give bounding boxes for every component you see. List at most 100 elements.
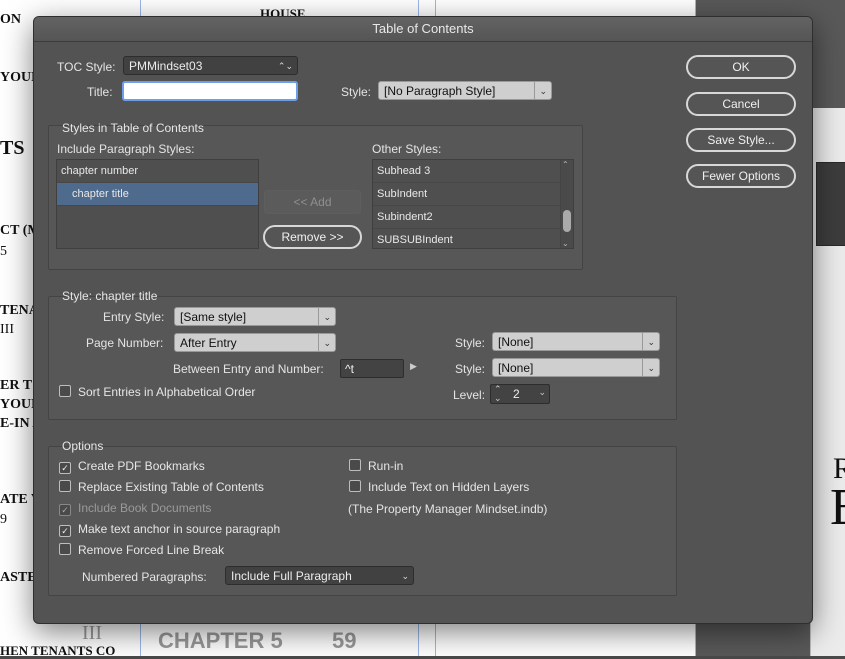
create-pdf-bookmarks-label: Create PDF Bookmarks <box>78 459 205 473</box>
styles-group-title: Styles in Table of Contents <box>62 121 204 135</box>
checkbox-box[interactable] <box>349 459 361 471</box>
entry-style-value: [Same style] <box>180 310 247 324</box>
replace-existing-checkbox[interactable]: Replace Existing Table of Contents <box>59 480 264 494</box>
other-styles-label: Other Styles: <box>372 142 442 156</box>
dropdown-separator <box>642 359 643 376</box>
sort-entries-label: Sort Entries in Alphabetical Order <box>78 385 256 399</box>
entry-style-label: Entry Style: <box>103 310 165 324</box>
run-in-label: Run-in <box>368 459 404 473</box>
between-style-label: Style: <box>455 362 486 376</box>
include-book-documents-label: Include Book Documents <box>78 501 212 515</box>
options-group-title: Options <box>62 439 104 453</box>
page-number-value: After Entry <box>180 336 237 350</box>
list-item[interactable]: SUBSUBIndent <box>373 229 573 248</box>
checkbox-box[interactable] <box>59 543 71 555</box>
list-item[interactable]: Subhead 3 <box>373 160 573 183</box>
include-styles-label: Include Paragraph Styles: <box>57 142 195 156</box>
bg-text: B <box>830 478 845 537</box>
floating-panel <box>816 162 845 246</box>
bg-text: III <box>82 622 102 644</box>
book-name-label: (The Property Manager Mindset.indb) <box>348 502 548 516</box>
list-item-selected[interactable]: chapter title <box>57 183 258 206</box>
chevron-down-icon: ⌄ <box>323 312 331 322</box>
chevron-down-icon: ⌄ <box>539 86 547 96</box>
replace-existing-label: Replace Existing Table of Contents <box>78 480 264 494</box>
include-hidden-layers-label: Include Text on Hidden Layers <box>368 480 530 494</box>
toc-style-value: PMMindset03 <box>129 59 203 73</box>
chevron-down-icon: ⌄ <box>647 337 655 347</box>
checkmark-icon: ✓ <box>59 504 71 516</box>
page-number-style-value: [None] <box>498 335 534 349</box>
add-button[interactable]: << Add <box>264 190 361 214</box>
numbered-paragraphs-value: Include Full Paragraph <box>231 569 352 583</box>
dialog-title: Table of Contents <box>34 17 812 42</box>
fewer-options-button[interactable]: Fewer Options <box>686 164 796 188</box>
chevron-down-icon: ⌄ <box>401 571 409 581</box>
cancel-button[interactable]: Cancel <box>686 92 796 116</box>
between-entry-field[interactable]: ^t <box>340 359 404 378</box>
scroll-thumb[interactable] <box>563 210 571 232</box>
save-style-button[interactable]: Save Style... <box>686 128 796 152</box>
other-styles-list[interactable]: Subhead 3 SubIndent Subindent2 SUBSUBInd… <box>372 159 574 249</box>
bg-text: ON <box>0 12 21 27</box>
entry-style-dropdown[interactable]: [Same style] ⌄ <box>174 307 336 326</box>
toc-style-dropdown[interactable]: PMMindset03 ⌃⌄ <box>123 56 298 75</box>
title-input[interactable] <box>122 81 298 101</box>
chevron-up-icon[interactable]: ⌃ <box>562 160 569 169</box>
make-text-anchor-checkbox[interactable]: ✓ Make text anchor in source paragraph <box>59 522 280 537</box>
sort-entries-checkbox[interactable]: Sort Entries in Alphabetical Order <box>59 385 255 399</box>
bg-text: TS <box>0 137 25 159</box>
toc-style-label: TOC Style: <box>57 60 116 74</box>
remove-forced-line-break-label: Remove Forced Line Break <box>78 543 225 557</box>
checkmark-icon[interactable]: ✓ <box>59 462 71 474</box>
run-in-checkbox[interactable]: Run-in <box>349 459 403 473</box>
between-entry-label: Between Entry and Number: <box>173 362 324 376</box>
dropdown-separator <box>642 333 643 350</box>
numbered-paragraphs-label: Numbered Paragraphs: <box>82 570 207 584</box>
title-label: Title: <box>87 85 113 99</box>
stepper-down-icon[interactable]: ⌄ <box>494 394 502 403</box>
remove-button[interactable]: Remove >> <box>263 225 362 249</box>
between-style-value: [None] <box>498 361 534 375</box>
checkbox-box[interactable] <box>59 480 71 492</box>
between-style-dropdown[interactable]: [None] ⌄ <box>492 358 660 377</box>
chevron-down-icon: ⌄ <box>647 363 655 373</box>
include-hidden-layers-checkbox[interactable]: Include Text on Hidden Layers <box>349 480 529 494</box>
title-style-label: Style: <box>341 85 372 99</box>
level-stepper[interactable]: ⌃ ⌄ 2 ⌄ <box>490 384 550 404</box>
remove-forced-line-break-checkbox[interactable]: Remove Forced Line Break <box>59 543 224 557</box>
checkbox-box[interactable] <box>349 480 361 492</box>
chevron-down-icon[interactable]: ⌄ <box>562 239 569 248</box>
checkmark-icon[interactable]: ✓ <box>59 525 71 537</box>
numbered-paragraphs-dropdown[interactable]: Include Full Paragraph ⌄ <box>225 566 414 585</box>
toc-dialog: Table of Contents TOC Style: PMMindset03… <box>33 16 813 624</box>
list-item[interactable]: Subindent2 <box>373 206 573 229</box>
include-book-documents-checkbox: ✓ Include Book Documents <box>59 501 211 516</box>
chevron-down-icon[interactable]: ⌄ <box>538 387 546 398</box>
checkbox-box[interactable] <box>59 385 71 397</box>
bg-text: ER T <box>0 378 33 393</box>
ok-button[interactable]: OK <box>686 55 796 79</box>
bg-text: 5 <box>0 244 7 259</box>
bg-text: 59 <box>332 628 357 653</box>
include-styles-list[interactable]: chapter number chapter title <box>56 159 259 249</box>
special-characters-icon[interactable]: ▶ <box>410 361 417 372</box>
title-style-value: [No Paragraph Style] <box>384 84 496 98</box>
create-pdf-bookmarks-checkbox[interactable]: ✓ Create PDF Bookmarks <box>59 459 205 474</box>
page-number-dropdown[interactable]: After Entry ⌄ <box>174 333 336 352</box>
scrollbar[interactable]: ⌃ ⌄ <box>560 160 573 248</box>
chevron-down-icon: ⌃⌄ <box>277 61 293 71</box>
page-number-style-dropdown[interactable]: [None] ⌄ <box>492 332 660 351</box>
dropdown-separator <box>318 334 319 351</box>
bg-text: III <box>0 322 14 337</box>
list-item[interactable]: chapter number <box>57 160 258 183</box>
bg-text: CHAPTER 5 <box>158 628 283 653</box>
dropdown-separator <box>318 308 319 325</box>
chevron-down-icon: ⌄ <box>323 338 331 348</box>
title-style-dropdown[interactable]: [No Paragraph Style] ⌄ <box>378 81 552 100</box>
level-value: 2 <box>513 387 520 401</box>
page-number-style-label: Style: <box>455 336 486 350</box>
make-text-anchor-label: Make text anchor in source paragraph <box>78 522 281 536</box>
bg-text: HEN TENANTS CO <box>0 643 116 658</box>
list-item[interactable]: SubIndent <box>373 183 573 206</box>
